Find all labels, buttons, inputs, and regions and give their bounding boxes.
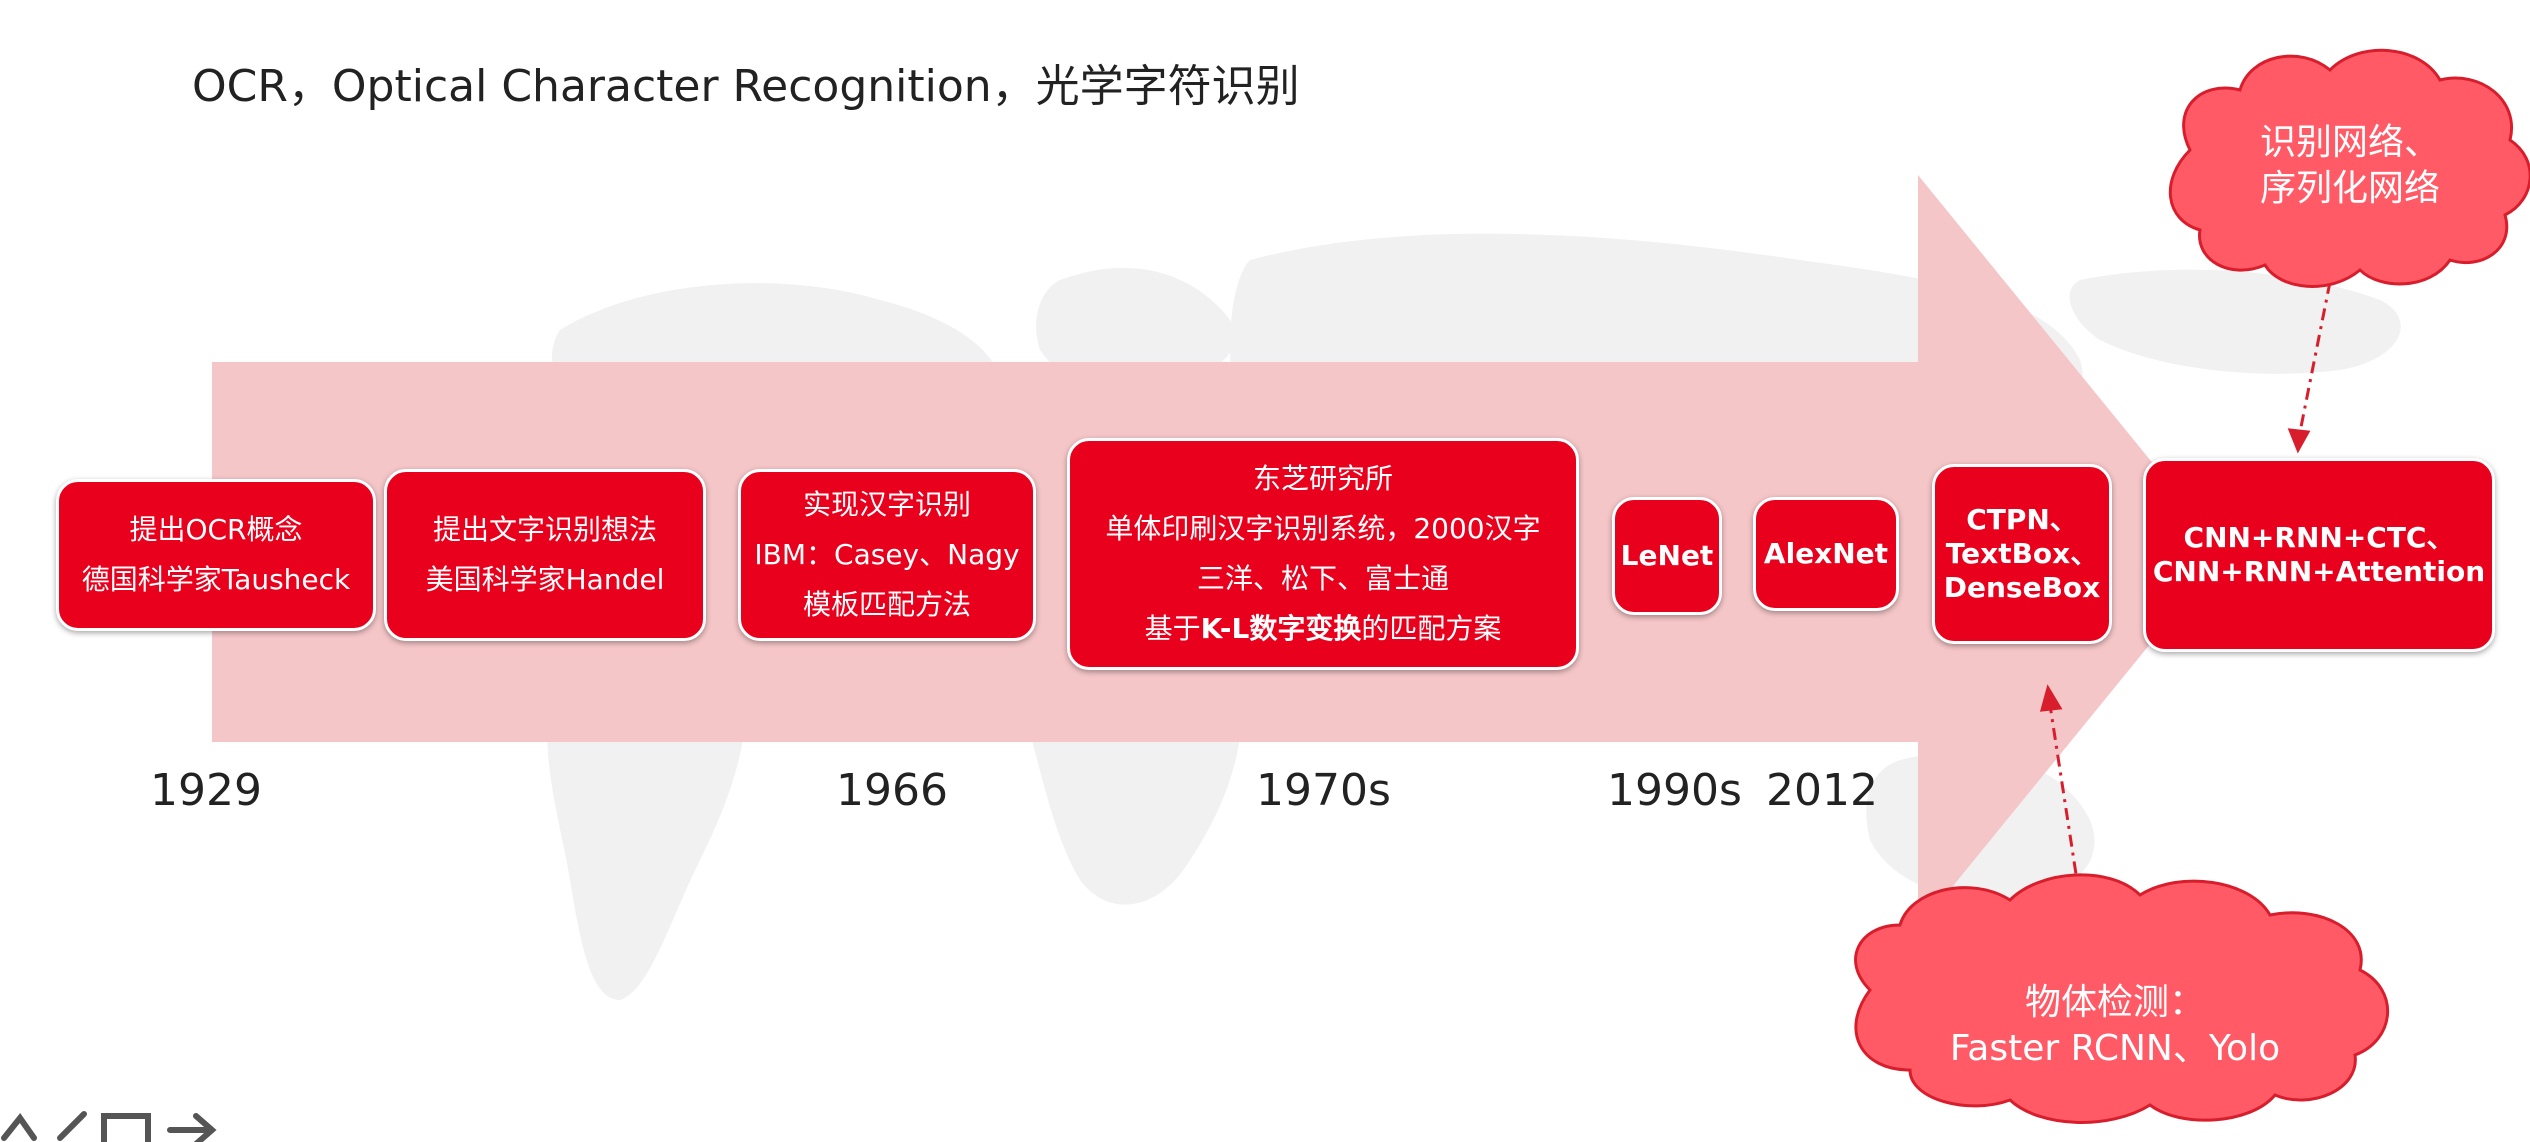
milestone-line: 提出文字识别想法 xyxy=(432,513,657,546)
kl-line-bold: K-L数字变换 xyxy=(1200,612,1362,645)
milestone-line: 三洋、松下、富士通 xyxy=(1196,562,1449,595)
cloud-line: 识别网络、 xyxy=(2259,122,2440,163)
cloud-top-text: 识别网络、 序列化网络 xyxy=(2170,120,2530,212)
kl-line-suffix: 的匹配方案 xyxy=(1361,612,1502,645)
year-label: 1966 xyxy=(836,765,948,816)
milestone-box-alexnet: AlexNet xyxy=(1753,497,1899,611)
milestone-line: LeNet xyxy=(1620,539,1714,572)
milestone-box-handel: 提出文字识别想法 美国科学家Handel xyxy=(384,469,706,641)
cloud-line: Faster RCNN、Yolo xyxy=(1949,1028,2281,1069)
milestone-line: CTPN、 xyxy=(1966,503,2078,536)
milestone-line: 提出OCR概念 xyxy=(129,513,303,546)
toolbar-partial-icon xyxy=(1,1111,217,1142)
milestone-box-1970s: 东芝研究所 单体印刷汉字识别系统，2000汉字 三洋、松下、富士通 基于K-L数… xyxy=(1067,438,1579,670)
milestone-line-kl: 基于K-L数字变换的匹配方案 xyxy=(1145,604,1502,654)
milestone-line: AlexNet xyxy=(1763,537,1889,570)
milestone-box-1966: 实现汉字识别 IBM：Casey、Nagy 模板匹配方法 xyxy=(738,469,1036,641)
milestone-line: 美国科学家Handel xyxy=(425,563,665,596)
milestone-line: 模板匹配方法 xyxy=(802,588,971,621)
milestone-line: 德国科学家Tausheck xyxy=(81,563,351,596)
milestone-line: 单体印刷汉字识别系统，2000汉字 xyxy=(1105,512,1541,545)
cloud-line: 序列化网络 xyxy=(2259,168,2440,209)
milestone-line: 东芝研究所 xyxy=(1252,462,1393,495)
milestone-line: 实现汉字识别 xyxy=(802,488,971,521)
year-label: 1929 xyxy=(150,765,262,816)
milestone-line: TextBox、 xyxy=(1945,537,2099,570)
year-label: 1990s xyxy=(1607,765,1742,816)
year-label: 1970s xyxy=(1256,765,1391,816)
milestone-line: CNN+RNN+CTC、 xyxy=(2183,521,2455,554)
milestone-box-1929: 提出OCR概念 德国科学家Tausheck xyxy=(56,479,376,631)
milestone-box-lenet: LeNet xyxy=(1612,497,1722,615)
year-label: 2012 xyxy=(1766,765,1878,816)
cloud-bottom-text: 物体检测： Faster RCNN、Yolo xyxy=(1845,980,2385,1072)
page-title: OCR，Optical Character Recognition，光学字符识别 xyxy=(192,61,1300,112)
kl-line-prefix: 基于 xyxy=(1144,612,1201,645)
cloud-line: 物体检测： xyxy=(2024,982,2205,1023)
milestone-line: IBM：Casey、Nagy xyxy=(754,538,1020,571)
milestone-line: CNN+RNN+Attention xyxy=(2152,555,2486,588)
milestone-line: DenseBox xyxy=(1943,571,2101,604)
milestone-box-detection: CTPN、 TextBox、 DenseBox xyxy=(1932,464,2112,644)
milestone-box-recognition: CNN+RNN+CTC、 CNN+RNN+Attention xyxy=(2143,458,2495,652)
